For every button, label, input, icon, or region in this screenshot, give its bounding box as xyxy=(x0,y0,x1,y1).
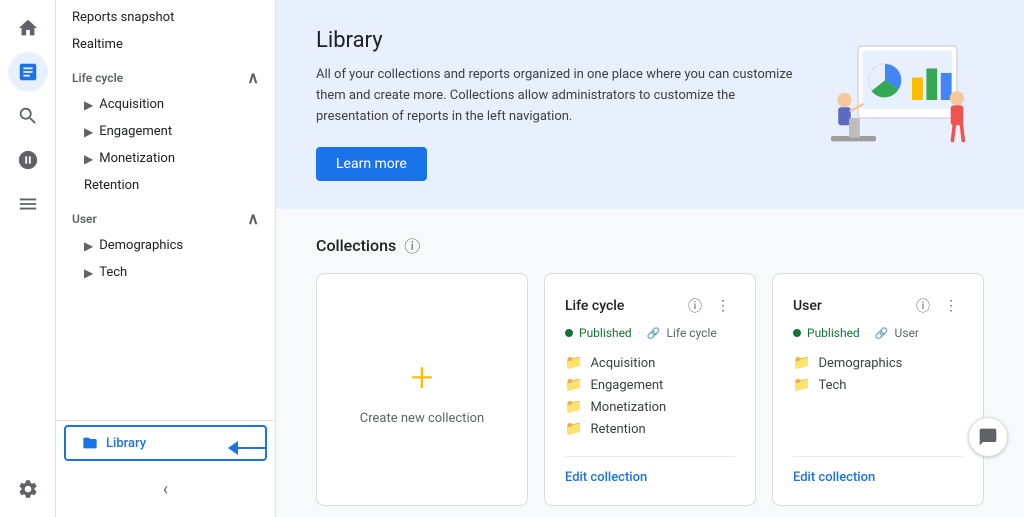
retention-nav[interactable]: Retention xyxy=(56,172,275,199)
create-collection-card[interactable]: + Create new collection xyxy=(316,273,528,506)
user-card-header: User ⓘ ⋮ xyxy=(793,294,963,318)
create-collection-label: Create new collection xyxy=(360,411,484,426)
monetization-nav[interactable]: ▶ Monetization xyxy=(56,145,275,172)
explore-nav-icon[interactable] xyxy=(8,96,48,136)
lifecycle-link-icon: 🔗 xyxy=(647,327,661,340)
main-content: Library All of your collections and repo… xyxy=(276,0,1024,517)
settings-nav-icon[interactable] xyxy=(8,469,48,509)
reports-nav-icon[interactable] xyxy=(8,52,48,92)
user-card-icons: ⓘ ⋮ xyxy=(911,294,963,318)
acquisition-arrow-icon: ▶ xyxy=(84,98,93,112)
collections-info-icon[interactable]: ⓘ xyxy=(404,233,420,257)
user-card-items: 📁 Demographics 📁 Tech xyxy=(793,352,963,440)
demographics-arrow-icon: ▶ xyxy=(84,239,93,253)
lifecycle-card-header: Life cycle ⓘ ⋮ xyxy=(565,294,735,318)
lifecycle-card-footer: Edit collection xyxy=(565,456,735,485)
user-card-footer: Edit collection xyxy=(793,456,963,485)
lifecycle-card-items: 📁 Acquisition 📁 Engagement 📁 Monetizatio… xyxy=(565,352,735,440)
collections-grid: + Create new collection Life cycle ⓘ ⋮ P… xyxy=(316,273,984,506)
tech-nav[interactable]: ▶ Tech xyxy=(56,259,275,286)
collections-title: Collections xyxy=(316,236,396,255)
engagement-nav[interactable]: ▶ Engagement xyxy=(56,118,275,145)
user-card-status: Published · 🔗 User xyxy=(793,326,963,340)
monetization-arrow-icon: ▶ xyxy=(84,152,93,166)
home-nav-icon[interactable] xyxy=(8,8,48,48)
list-item: 📁 Acquisition xyxy=(565,352,735,374)
user-card-title: User xyxy=(793,298,822,314)
lifecycle-card-status: Published · 🔗 Life cycle xyxy=(565,326,735,340)
folder-icon: 📁 xyxy=(565,421,582,437)
list-item: 📁 Monetization xyxy=(565,396,735,418)
user-link-label: User xyxy=(895,326,919,340)
folder-icon: 📁 xyxy=(565,355,582,371)
chat-float-button[interactable] xyxy=(968,417,1008,457)
user-chevron-icon: ∧ xyxy=(247,209,259,228)
library-nav[interactable]: Library xyxy=(64,425,267,461)
chat-icon xyxy=(978,427,998,447)
tech-arrow-icon: ▶ xyxy=(84,266,93,280)
advertising-nav-icon[interactable] xyxy=(8,140,48,180)
lifecycle-status-dot xyxy=(565,329,573,337)
nav-sidebar: Reports snapshot Realtime Life cycle ∧ ▶… xyxy=(56,0,276,517)
lifecycle-more-icon[interactable]: ⋮ xyxy=(711,294,735,318)
user-collection-card: User ⓘ ⋮ Published · 🔗 User 📁 xyxy=(772,273,984,506)
demographics-nav[interactable]: ▶ Demographics xyxy=(56,232,275,259)
configure-nav-icon[interactable] xyxy=(8,184,48,224)
lifecycle-info-icon[interactable]: ⓘ xyxy=(683,294,707,318)
learn-more-button[interactable]: Learn more xyxy=(316,147,427,181)
library-title: Library xyxy=(316,28,804,53)
folder-icon: 📁 xyxy=(793,355,810,371)
lifecycle-card-icons: ⓘ ⋮ xyxy=(683,294,735,318)
realtime-nav[interactable]: Realtime xyxy=(56,31,275,58)
library-banner: Library All of your collections and repo… xyxy=(276,0,1024,209)
collapse-nav-container: ‹ xyxy=(56,465,275,513)
library-illustration-svg xyxy=(804,28,984,172)
icon-sidebar xyxy=(0,0,56,517)
lifecycle-card-title: Life cycle xyxy=(565,298,624,314)
folder-icon: 📁 xyxy=(565,377,582,393)
list-item: 📁 Engagement xyxy=(565,374,735,396)
collapse-nav-button[interactable]: ‹ xyxy=(150,473,182,505)
create-collection-plus-icon: + xyxy=(411,354,434,401)
lifecycle-edit-link[interactable]: Edit collection xyxy=(565,470,647,485)
acquisition-nav[interactable]: ▶ Acquisition xyxy=(56,91,275,118)
banner-illustration xyxy=(804,28,984,176)
lifecycle-section-header[interactable]: Life cycle ∧ xyxy=(56,58,275,91)
user-link-icon: 🔗 xyxy=(875,327,889,340)
user-edit-link[interactable]: Edit collection xyxy=(793,470,875,485)
library-folder-icon xyxy=(82,435,98,451)
lifecycle-chevron-icon: ∧ xyxy=(247,68,259,87)
user-status-dot xyxy=(793,329,801,337)
list-item: 📁 Demographics xyxy=(793,352,963,374)
engagement-arrow-icon: ▶ xyxy=(84,125,93,139)
user-info-icon[interactable]: ⓘ xyxy=(911,294,935,318)
list-item: 📁 Tech xyxy=(793,374,963,396)
lifecycle-link-label: Life cycle xyxy=(667,326,717,340)
folder-icon: 📁 xyxy=(793,377,810,393)
user-more-icon[interactable]: ⋮ xyxy=(939,294,963,318)
library-description: All of your collections and reports orga… xyxy=(316,65,804,127)
list-item: 📁 Retention xyxy=(565,418,735,440)
lifecycle-published-label: Published xyxy=(579,326,632,340)
folder-icon: 📁 xyxy=(565,399,582,415)
user-published-label: Published xyxy=(807,326,860,340)
user-section-header[interactable]: User ∧ xyxy=(56,199,275,232)
lifecycle-collection-card: Life cycle ⓘ ⋮ Published · 🔗 Life cycle … xyxy=(544,273,756,506)
collections-section: Collections ⓘ + Create new collection Li… xyxy=(276,209,1024,517)
reports-snapshot-nav[interactable]: Reports snapshot xyxy=(56,4,275,31)
collections-header: Collections ⓘ xyxy=(316,233,984,257)
library-banner-text: Library All of your collections and repo… xyxy=(316,28,804,181)
